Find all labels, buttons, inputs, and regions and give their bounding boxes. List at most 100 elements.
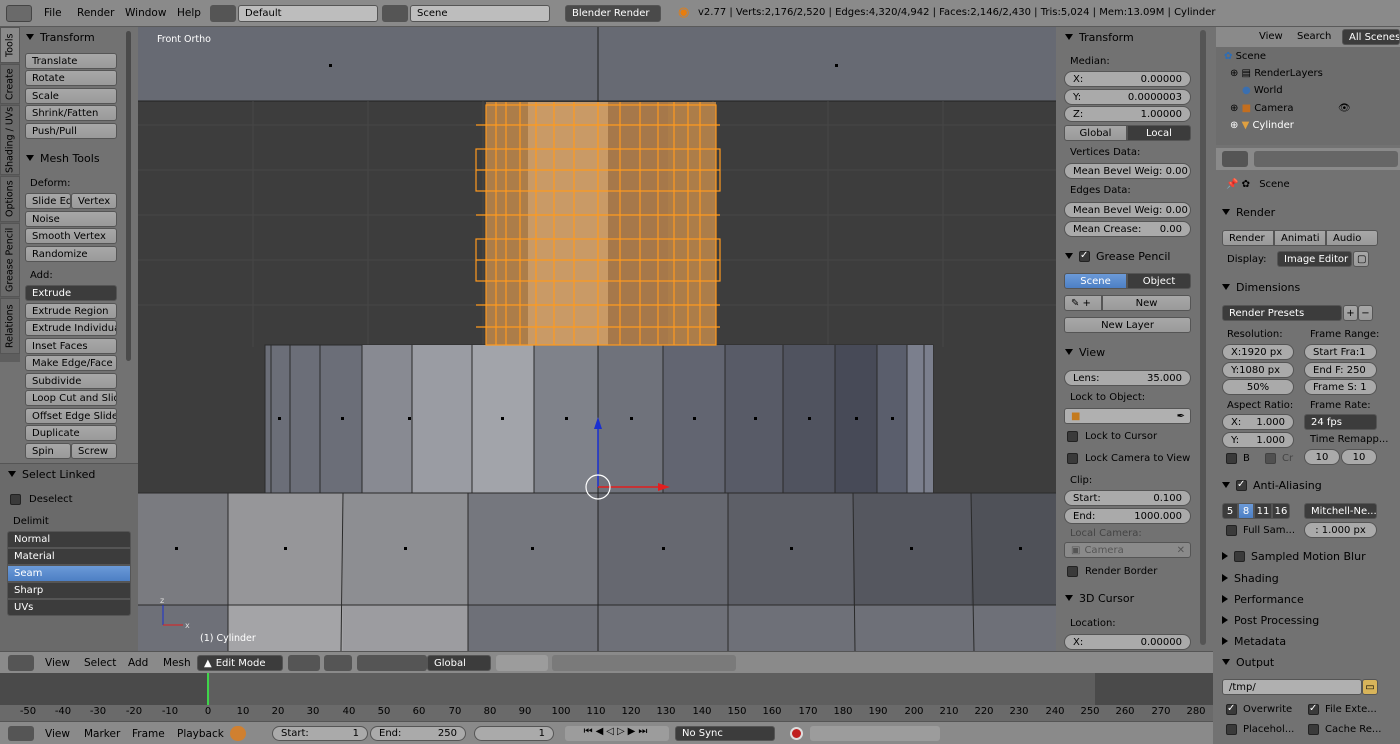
preset-add-icon[interactable]: + (1343, 305, 1358, 321)
screw-button[interactable]: Screw (71, 443, 117, 459)
animation-button[interactable]: Animati (1274, 230, 1326, 246)
edge-bevel-field[interactable]: Mean Bevel Weig: 0.00 (1064, 202, 1191, 218)
outliner-view-menu[interactable]: View (1259, 31, 1283, 42)
dimensions-panel-header[interactable]: Dimensions (1216, 277, 1300, 297)
output-header[interactable]: Output (1216, 652, 1274, 672)
aa-filter-select[interactable]: Mitchell-Ne... (1304, 503, 1377, 519)
outliner-item-cylinder[interactable]: ⊕ ▼ Cylinder (1230, 120, 1294, 131)
grease-pencil-header[interactable]: Grease Pencil (1059, 246, 1170, 266)
gp-object-toggle[interactable]: Object (1127, 273, 1191, 289)
tab-create[interactable]: Create (0, 64, 20, 104)
median-y-field[interactable]: Y: 0.0000003 (1064, 89, 1191, 105)
global-toggle[interactable]: Global (1064, 125, 1127, 141)
placeholder-checkbox[interactable] (1226, 724, 1237, 735)
grease-pencil-checkbox[interactable] (1079, 250, 1090, 262)
render-button[interactable]: Render (1222, 230, 1274, 246)
n-panel-scrollbar[interactable] (1200, 30, 1206, 645)
delimit-sharp[interactable]: Sharp (7, 582, 131, 599)
tl-menu-marker[interactable]: Marker (84, 728, 120, 740)
timeline-end-field[interactable]: End: 250 (370, 726, 466, 741)
output-path-field[interactable]: /tmp/ (1222, 679, 1362, 695)
outliner-search-menu[interactable]: Search (1297, 31, 1331, 42)
render-border-checkbox[interactable] (1067, 566, 1078, 577)
spin-button[interactable]: Spin (25, 443, 71, 459)
frame-step-field[interactable]: Frame S: 1 (1304, 379, 1377, 395)
outliner-item-scene[interactable]: ✿ Scene (1224, 51, 1266, 62)
select-linked-header[interactable]: Select Linked (2, 464, 95, 484)
keying-set-field[interactable] (810, 726, 940, 741)
visibility-eye-icon[interactable]: 👁 (1338, 103, 1351, 114)
n-transform-header[interactable]: Transform (1059, 27, 1134, 47)
viewport-3d[interactable]: z x Front Ortho (1) Cylinder (138, 27, 1056, 651)
subdivide-button[interactable]: Subdivide (25, 373, 117, 389)
layer-buttons[interactable] (496, 655, 548, 671)
anti-aliasing-checkbox[interactable] (1236, 479, 1247, 491)
local-camera-field[interactable]: ▣ Camera ✕ (1064, 542, 1191, 558)
aspect-y-field[interactable]: Y: 1.000 (1222, 432, 1294, 448)
scene-icon[interactable] (382, 5, 408, 22)
file-ext-checkbox[interactable] (1308, 703, 1319, 715)
preset-remove-icon[interactable]: − (1358, 305, 1373, 321)
render-panel-header[interactable]: Render (1216, 202, 1275, 222)
lock-object-field[interactable]: ■ ✒ (1064, 408, 1191, 424)
scale-button[interactable]: Scale (25, 88, 117, 104)
tab-relations[interactable]: Relations (0, 298, 20, 354)
aa-8[interactable]: 8 (1238, 503, 1254, 519)
performance-header[interactable]: Performance (1216, 589, 1304, 609)
end-frame-field[interactable]: End F: 250 (1304, 362, 1377, 378)
crop-checkbox[interactable] (1265, 453, 1276, 464)
lock-cursor-checkbox[interactable] (1067, 431, 1078, 442)
mean-crease-field[interactable]: Mean Crease: 0.00 (1064, 221, 1191, 237)
anti-aliasing-header[interactable]: Anti-Aliasing (1216, 475, 1322, 495)
mesh-tools-panel-header[interactable]: Mesh Tools (20, 148, 100, 168)
duplicate-button[interactable]: Duplicate (25, 425, 117, 441)
remap-old-field[interactable]: 10 (1304, 449, 1340, 465)
clip-start-field[interactable]: Start: 0.100 (1064, 490, 1191, 506)
post-processing-header[interactable]: Post Processing (1216, 610, 1319, 630)
gp-pencil-icon[interactable]: ✎ + (1064, 295, 1102, 311)
translate-button[interactable]: Translate (25, 53, 117, 69)
aa-5[interactable]: 5 (1222, 503, 1238, 519)
lock-camera-checkbox[interactable] (1067, 453, 1078, 464)
tl-menu-frame[interactable]: Frame (132, 728, 165, 740)
motion-blur-header[interactable]: Sampled Motion Blur (1216, 546, 1366, 566)
menu-file[interactable]: File (44, 7, 62, 19)
delimit-normal[interactable]: Normal (7, 531, 131, 548)
full-sample-checkbox[interactable] (1226, 525, 1237, 536)
cursor-x-field[interactable]: X: 0.00000 (1064, 634, 1191, 650)
local-toggle[interactable]: Local (1127, 125, 1191, 141)
tab-tools[interactable]: Tools (0, 27, 20, 63)
clip-end-field[interactable]: End: 1000.000 (1064, 508, 1191, 524)
view-panel-header[interactable]: View (1059, 342, 1105, 362)
push-pull-button[interactable]: Push/Pull (25, 123, 117, 139)
cache-checkbox[interactable] (1308, 724, 1319, 735)
tab-shading-uvs[interactable]: Shading / UVs (0, 105, 20, 175)
tl-menu-playback[interactable]: Playback (177, 728, 224, 740)
display-select[interactable]: Image Editor (1277, 251, 1352, 267)
folder-icon[interactable]: ▭ (1362, 679, 1378, 695)
render-engine-select[interactable]: Blender Render (565, 5, 661, 22)
fps-select[interactable]: 24 fps (1304, 414, 1377, 430)
current-frame-indicator[interactable] (207, 673, 209, 705)
manipulator-icons[interactable] (357, 655, 427, 671)
metadata-header[interactable]: Metadata (1216, 631, 1286, 651)
transform-panel-header[interactable]: Transform (20, 27, 95, 47)
tab-grease-pencil[interactable]: Grease Pencil (0, 223, 20, 297)
median-z-field[interactable]: Z: 1.00000 (1064, 106, 1191, 122)
slide-edge-button[interactable]: Slide Ed (25, 193, 71, 209)
aspect-x-field[interactable]: X: 1.000 (1222, 414, 1294, 430)
orientation-select[interactable]: Global (427, 655, 491, 671)
outliner-item-renderlayers[interactable]: ⊕ ▤ RenderLayers (1230, 68, 1323, 79)
shrink-fatten-button[interactable]: Shrink/Fatten (25, 105, 117, 121)
res-x-field[interactable]: X:1920 px (1222, 344, 1294, 360)
res-y-field[interactable]: Y:1080 px (1222, 362, 1294, 378)
aa-11[interactable]: 11 (1254, 503, 1272, 519)
menu-help[interactable]: Help (177, 7, 201, 19)
shading-header[interactable]: Shading (1216, 568, 1279, 588)
menu-render[interactable]: Render (77, 7, 114, 19)
outliner-display-select[interactable]: All Scenes (1342, 29, 1400, 45)
rotate-button[interactable]: Rotate (25, 70, 117, 86)
viewport-editor-icon[interactable] (8, 655, 34, 671)
vertex-bevel-field[interactable]: Mean Bevel Weig: 0.00 (1064, 163, 1191, 179)
properties-context-tabs[interactable] (1254, 151, 1398, 167)
